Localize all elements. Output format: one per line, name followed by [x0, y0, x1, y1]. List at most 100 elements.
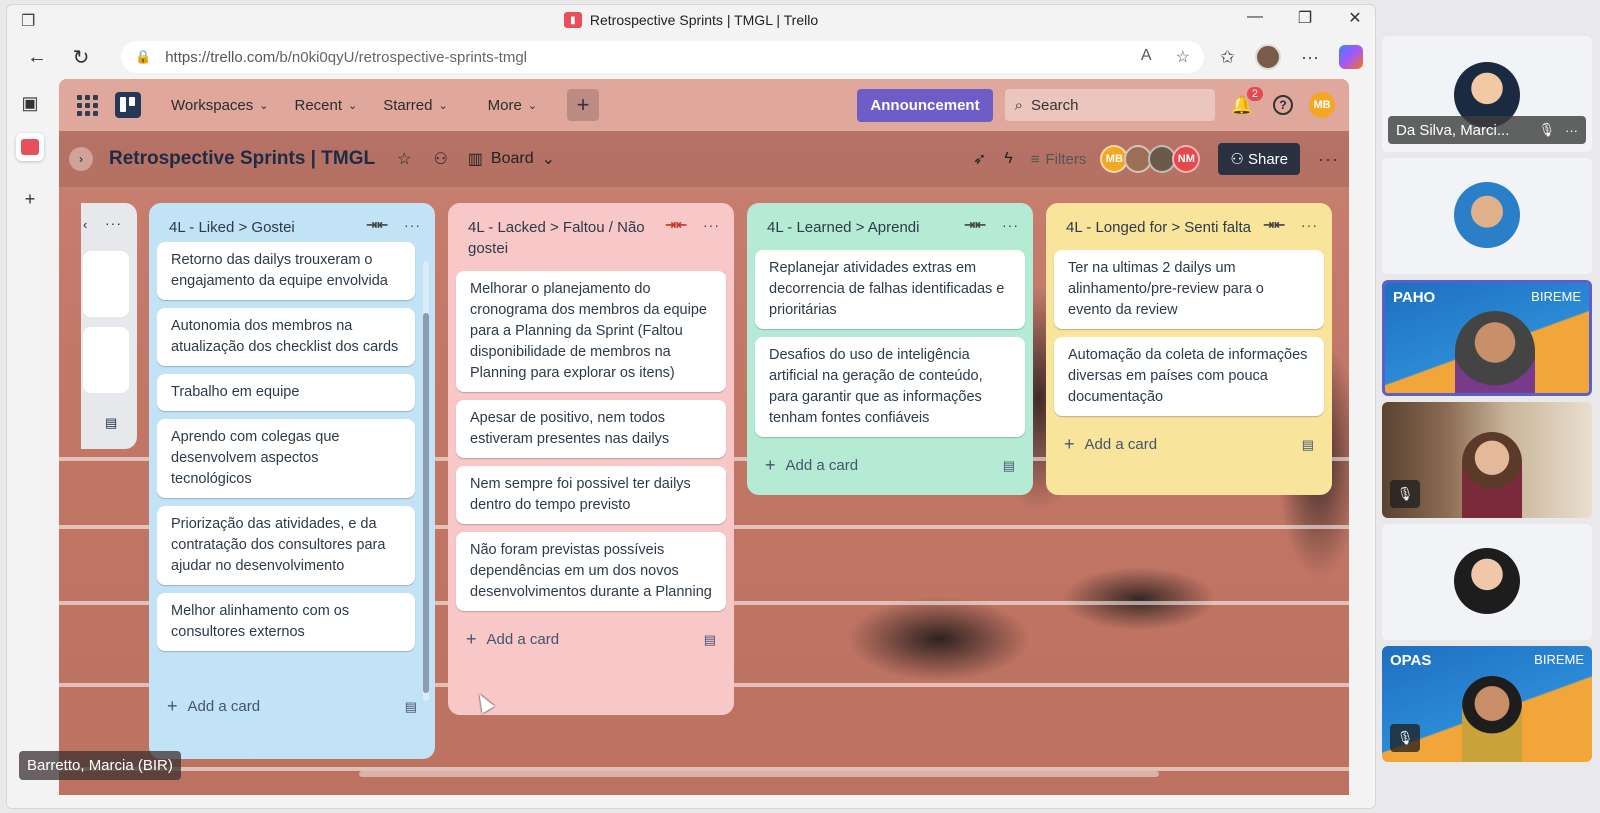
- participant-tile[interactable]: [1382, 158, 1592, 274]
- starred-menu[interactable]: Starred ⌄: [373, 91, 457, 120]
- list-title[interactable]: 4L - Longed for > Senti falta: [1066, 217, 1251, 238]
- workspaces-menu[interactable]: Workspaces ⌄: [161, 91, 278, 120]
- list-menu-icon[interactable]: ···: [1301, 217, 1318, 233]
- collapse-list-icon[interactable]: ⇥⇤: [964, 217, 986, 233]
- star-icon[interactable]: ☆: [397, 149, 411, 169]
- new-tab-icon[interactable]: +: [16, 185, 44, 213]
- card[interactable]: Retorno das dailys trouxeram o engajamen…: [157, 242, 415, 300]
- address-bar[interactable]: 🔒 https://trello.com/b/n0ki0qyU/retrospe…: [121, 41, 1204, 73]
- search-input[interactable]: ⌕ Search: [1004, 89, 1215, 121]
- list-menu-icon[interactable]: ···: [404, 217, 421, 233]
- maximize-icon[interactable]: ❐: [1295, 8, 1315, 28]
- favorites-icon[interactable]: ✩: [1220, 47, 1235, 68]
- share-button[interactable]: ⚇ Share: [1218, 143, 1301, 175]
- card[interactable]: Melhor alinhamento com os consultores ex…: [157, 593, 415, 651]
- automation-icon[interactable]: ϟ: [1004, 150, 1012, 168]
- close-icon[interactable]: ✕: [1345, 8, 1365, 28]
- user-avatar[interactable]: MB: [1309, 92, 1335, 118]
- minimize-icon[interactable]: —: [1245, 8, 1265, 28]
- card[interactable]: Desafios do uso de inteligência artifici…: [755, 337, 1025, 437]
- add-card-button[interactable]: + Add a card ▤: [157, 686, 427, 721]
- trello-tab-icon[interactable]: [16, 133, 44, 161]
- lock-icon[interactable]: 🔒: [135, 49, 151, 65]
- notifications-icon[interactable]: 🔔 2: [1231, 86, 1263, 116]
- list-menu-icon[interactable]: ···: [1002, 217, 1019, 233]
- filter-icon: ≡: [1030, 150, 1040, 168]
- card[interactable]: Apesar de positivo, nem todos estiveram …: [456, 400, 726, 458]
- participant-tile[interactable]: Da Silva, Marci... 🎙 ···: [1382, 36, 1592, 152]
- card[interactable]: Aprendo com colegas que desenvolvem aspe…: [157, 419, 415, 498]
- add-card-label: Add a card: [486, 631, 560, 648]
- help-icon[interactable]: ?: [1273, 95, 1293, 115]
- add-card-label: Add a card: [1084, 436, 1158, 453]
- visibility-icon[interactable]: ⚇: [433, 149, 447, 169]
- trello-logo[interactable]: [115, 92, 141, 118]
- template-icon[interactable]: ▤: [105, 415, 117, 431]
- board-menu-icon[interactable]: ···: [1318, 149, 1339, 170]
- copilot-icon[interactable]: [1339, 45, 1363, 69]
- collapse-list-icon[interactable]: ⇥⇤: [1263, 217, 1285, 233]
- member-avatar[interactable]: NM: [1172, 145, 1201, 173]
- add-card-label: Add a card: [187, 698, 261, 715]
- favorite-star-icon[interactable]: ☆: [1176, 47, 1190, 67]
- add-card-button[interactable]: + Add a card ▤: [755, 445, 1025, 480]
- board-title[interactable]: Retrospective Sprints | TMGL: [109, 148, 375, 170]
- rocket-icon[interactable]: ➶: [973, 149, 986, 169]
- template-icon[interactable]: ▤: [1302, 437, 1314, 453]
- card[interactable]: Melhorar o planejamento do cronograma do…: [456, 271, 726, 392]
- collapse-list-icon[interactable]: ⇥⇤: [366, 217, 388, 233]
- url-path: /b/n0ki0qyU/retrospective-sprints-tmgl: [275, 48, 527, 66]
- card[interactable]: Nem sempre foi possivel ter dailys dentr…: [456, 466, 726, 524]
- board-horizontal-scrollbar[interactable]: [359, 771, 1159, 777]
- template-icon[interactable]: ▤: [1003, 458, 1015, 474]
- card-partial[interactable]: [83, 251, 129, 317]
- read-aloud-icon[interactable]: A: [1141, 47, 1152, 67]
- announcement-button[interactable]: Announcement: [857, 88, 993, 122]
- card[interactable]: Autonomia dos membros na atualização dos…: [157, 308, 415, 366]
- more-options-icon[interactable]: ···: [1565, 123, 1578, 138]
- template-icon[interactable]: ▤: [704, 632, 716, 648]
- expand-sidebar-icon[interactable]: ›: [69, 147, 93, 171]
- settings-more-icon[interactable]: ···: [1301, 47, 1319, 68]
- card[interactable]: Ter na ultimas 2 dailys um alinhamento/p…: [1054, 250, 1324, 329]
- card[interactable]: Replanejar atividades extras em decorren…: [755, 250, 1025, 329]
- workspaces-icon[interactable]: ❐: [21, 11, 35, 31]
- card[interactable]: Automação da coleta de informações diver…: [1054, 337, 1324, 416]
- participant-tile[interactable]: [1382, 524, 1592, 640]
- title-bar: ❐ ▮ Retrospective Sprints | TMGL | Trell…: [7, 5, 1375, 35]
- add-card-button[interactable]: + Add a card ▤: [456, 619, 726, 654]
- list-title[interactable]: 4L - Liked > Gostei: [169, 217, 354, 238]
- app-switcher-icon[interactable]: [73, 91, 101, 119]
- profile-avatar[interactable]: [1255, 44, 1282, 70]
- participant-tile-active[interactable]: PAHO BIREME: [1382, 280, 1592, 396]
- window-controls: — ❐ ✕: [1245, 8, 1365, 28]
- add-card-button[interactable]: + Add a card ▤: [1054, 424, 1324, 459]
- list-scrollbar-thumb[interactable]: [423, 313, 429, 693]
- filters-button[interactable]: ≡ Filters: [1031, 151, 1087, 168]
- collapse-list-icon[interactable]: ⇥⇤: [665, 217, 687, 233]
- reload-icon[interactable]: ↻: [67, 45, 95, 70]
- card[interactable]: Não foram previstas possíveis dependênci…: [456, 532, 726, 611]
- recent-menu[interactable]: Recent ⌄: [284, 91, 367, 120]
- tab-actions-icon[interactable]: ▣: [16, 89, 44, 117]
- back-icon[interactable]: ←: [23, 46, 51, 69]
- participant-tile[interactable]: 🎙: [1382, 402, 1592, 518]
- list-title[interactable]: 4L - Learned > Aprendi: [767, 217, 952, 238]
- card[interactable]: Trabalho em equipe: [157, 374, 415, 411]
- plus-icon: +: [1064, 434, 1075, 454]
- participant-tile[interactable]: OPAS BIREME 🎙: [1382, 646, 1592, 762]
- card-container: Retorno das dailys trouxeram o engajamen…: [157, 234, 427, 686]
- participant-name-bar: Da Silva, Marci... 🎙 ···: [1388, 116, 1586, 144]
- more-menu[interactable]: More ⌄: [478, 91, 547, 120]
- card-partial[interactable]: [83, 327, 129, 393]
- list-title[interactable]: 4L - Lacked > Faltou / Não gostei: [468, 217, 653, 259]
- list-menu-icon[interactable]: ···: [105, 215, 122, 231]
- card[interactable]: Priorização das atividades, e da contrat…: [157, 506, 415, 585]
- participant-video: [1462, 432, 1522, 518]
- list-menu-icon[interactable]: ···: [703, 217, 720, 233]
- template-icon[interactable]: ▤: [405, 699, 417, 715]
- board-view-switcher[interactable]: ▥ Board ⌄: [468, 149, 555, 169]
- create-button[interactable]: +: [567, 89, 600, 121]
- tab-title[interactable]: Retrospective Sprints | TMGL | Trello: [590, 12, 818, 28]
- list-header: 4L - Lacked > Faltou / Não gostei ⇥⇤ ···: [456, 213, 726, 263]
